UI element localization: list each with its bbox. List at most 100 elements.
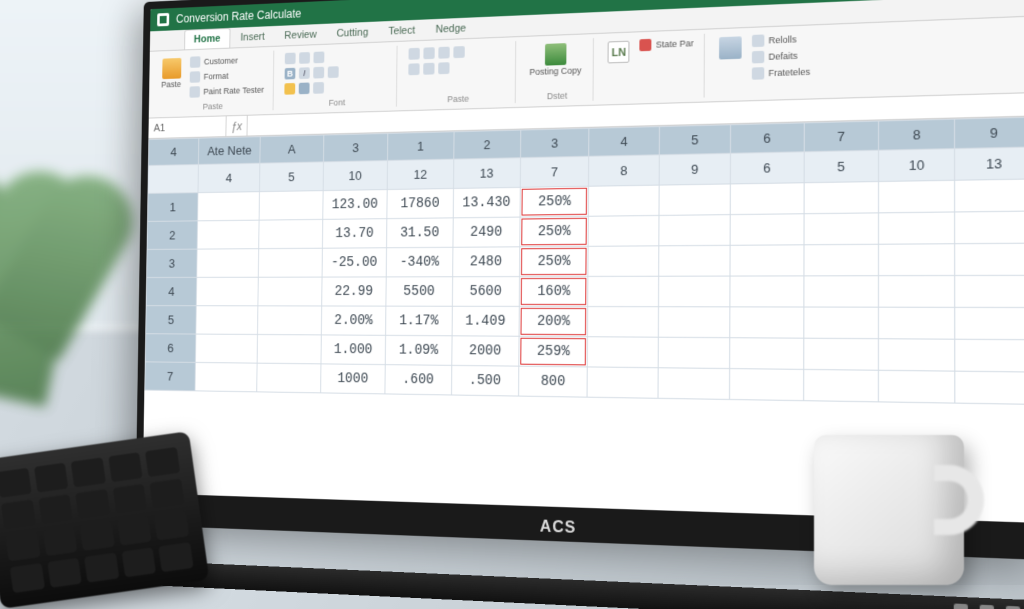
cell[interactable] [803, 369, 878, 401]
cell[interactable] [258, 306, 322, 335]
cell[interactable] [259, 219, 323, 248]
cell[interactable]: 2000 [451, 336, 519, 366]
cell[interactable] [955, 307, 1024, 339]
cell[interactable] [803, 307, 878, 339]
font-row-1[interactable] [283, 50, 341, 65]
subheader-cell[interactable]: 13 [453, 158, 520, 189]
cell[interactable] [659, 184, 731, 216]
tab-review[interactable]: Review [275, 25, 325, 46]
cell[interactable] [196, 306, 258, 335]
cell[interactable]: 1.09% [385, 335, 451, 365]
cell[interactable] [195, 362, 257, 391]
cell[interactable] [658, 276, 730, 307]
subheader-cell[interactable]: 12 [387, 159, 453, 189]
cell[interactable]: 1000 [320, 364, 385, 394]
cell[interactable] [588, 307, 658, 338]
cell[interactable]: 13.70 [322, 219, 387, 249]
tray-icon[interactable] [979, 605, 993, 609]
cell[interactable] [658, 307, 730, 338]
cell[interactable]: 200% [519, 306, 588, 336]
cells-item[interactable]: Frateteles [750, 64, 813, 80]
cell[interactable] [804, 213, 879, 245]
cell[interactable] [197, 220, 259, 249]
subheader-cell[interactable]: 13 [955, 147, 1024, 180]
font-row-3[interactable] [282, 80, 340, 95]
cell[interactable] [259, 191, 323, 221]
column-header[interactable]: 6 [731, 123, 804, 153]
tab-cutting[interactable]: Cutting [327, 23, 377, 44]
align-row-1[interactable] [407, 45, 467, 61]
cell[interactable] [879, 212, 956, 244]
number-format-button[interactable]: Posting Copy [525, 40, 585, 79]
cell[interactable] [955, 179, 1024, 212]
cell[interactable] [658, 337, 730, 368]
cell[interactable]: 1.17% [386, 306, 452, 336]
styles-button[interactable]: LN [604, 38, 634, 65]
cell[interactable] [879, 244, 956, 276]
tab-nedge[interactable]: Nedge [426, 18, 475, 39]
subheader-cell[interactable]: 4 [198, 163, 260, 192]
column-header[interactable]: 5 [659, 125, 731, 155]
cell[interactable] [878, 307, 955, 339]
cell[interactable] [195, 334, 257, 363]
cell[interactable] [730, 369, 804, 401]
cell[interactable]: 22.99 [322, 277, 387, 306]
cell[interactable]: 250% [520, 246, 589, 276]
cell[interactable]: 160% [519, 276, 588, 306]
paste-button[interactable]: Paste [158, 56, 185, 91]
cell[interactable] [198, 192, 260, 221]
cell[interactable] [878, 370, 955, 403]
cells-item[interactable]: Defaits [750, 48, 813, 65]
cells-item[interactable]: Relolls [750, 32, 813, 49]
name-box[interactable]: A1 [148, 116, 226, 138]
cell[interactable]: 5500 [386, 277, 452, 307]
cell[interactable] [658, 368, 730, 400]
tab-insert[interactable]: Insert [232, 27, 274, 48]
cell[interactable] [589, 215, 659, 246]
cell[interactable] [804, 244, 879, 276]
cell[interactable] [659, 245, 731, 276]
cell[interactable]: 13.430 [453, 187, 520, 217]
cell[interactable]: 2490 [453, 217, 520, 247]
cell[interactable]: 1.000 [321, 335, 386, 365]
cell[interactable]: 1.409 [452, 306, 520, 336]
cell[interactable] [955, 211, 1024, 244]
cell[interactable] [879, 276, 956, 308]
cell[interactable] [588, 337, 658, 368]
cell[interactable]: 17860 [387, 188, 453, 218]
subheader-cell[interactable]: 7 [520, 156, 589, 187]
subheader-cell[interactable]: 9 [659, 153, 731, 185]
tray-icon[interactable] [953, 603, 967, 609]
cell[interactable] [804, 276, 879, 307]
row-header[interactable]: 7 [145, 362, 196, 391]
cell[interactable] [878, 339, 955, 371]
column-header[interactable]: A [260, 135, 323, 163]
cell[interactable]: .600 [385, 365, 451, 395]
cell[interactable] [257, 363, 321, 393]
cell[interactable]: 259% [519, 336, 588, 367]
fx-icon[interactable]: ƒx [226, 116, 247, 136]
cell[interactable] [955, 275, 1024, 307]
cell[interactable] [955, 371, 1024, 404]
cell[interactable] [587, 367, 658, 398]
corner-cell[interactable]: 4 [148, 138, 198, 165]
column-header[interactable]: 4 [589, 127, 659, 157]
cell[interactable]: 800 [519, 366, 588, 397]
cell[interactable] [730, 245, 803, 276]
cell[interactable]: 250% [520, 216, 589, 247]
cell[interactable]: 123.00 [323, 190, 388, 220]
subheader-cell[interactable]: 8 [589, 155, 659, 186]
subheader-cell[interactable]: 10 [879, 149, 956, 182]
column-header[interactable]: 1 [388, 132, 454, 161]
sheet-table[interactable]: 4Ate NeteA312345678945101213789651013112… [144, 117, 1024, 405]
subheader-cell[interactable]: 5 [804, 150, 879, 183]
cell[interactable]: .500 [451, 365, 519, 396]
cell[interactable] [588, 276, 658, 306]
tab-home[interactable]: Home [184, 28, 230, 50]
cell[interactable] [258, 277, 322, 306]
row-header[interactable]: 6 [145, 334, 196, 363]
row-header[interactable]: 1 [147, 193, 197, 222]
state-par-button[interactable]: State Par [638, 36, 696, 52]
cell[interactable] [257, 334, 321, 363]
cell[interactable] [730, 276, 803, 307]
